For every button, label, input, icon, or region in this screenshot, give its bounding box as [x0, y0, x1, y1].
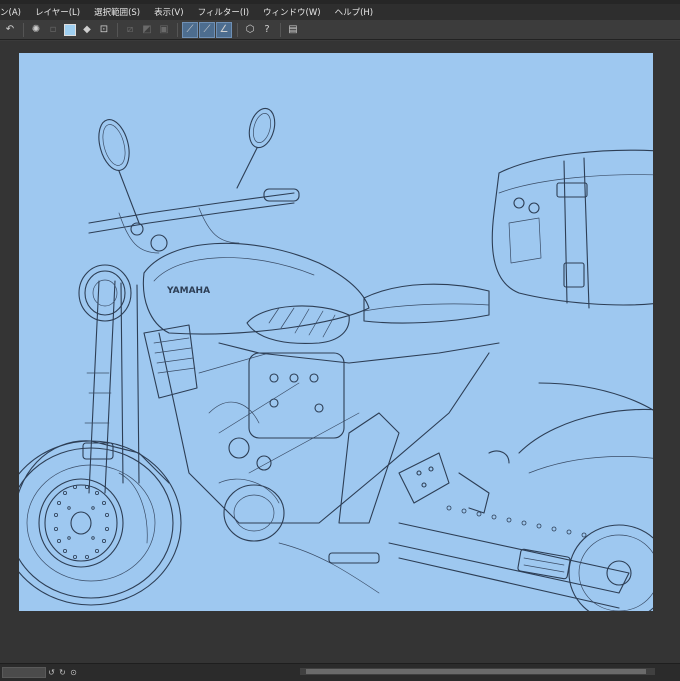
menu-animation[interactable]: ン(A) — [0, 6, 28, 18]
status-bar: ↺ ↻ ⊙ — [0, 663, 680, 681]
rotate-left-icon[interactable]: ↺ — [46, 668, 57, 677]
tail-bag — [491, 149, 653, 309]
front-fork — [82, 280, 140, 494]
toolbar-divider — [117, 22, 118, 37]
navigator-thumbnail[interactable] — [2, 667, 46, 678]
horizontal-scrollbar[interactable] — [300, 668, 655, 675]
transform-icon[interactable]: ⊡ — [96, 22, 112, 38]
motorcycle-line-art: YAMAHA — [19, 107, 653, 611]
menu-help[interactable]: ヘルプ(H) — [328, 6, 381, 18]
footpeg-assembly — [328, 450, 510, 564]
loading-spinner-icon[interactable]: ✺ — [28, 22, 44, 38]
toolbar-divider — [177, 22, 178, 37]
tone-icon[interactable]: ◩ — [139, 22, 155, 38]
ruler-line-icon[interactable]: ⟋ — [199, 21, 215, 38]
command-bar: ↶ ✺ ▫ ◆ ⊡ ⧄ ◩ ▣ ⟋ ⟋ ∠ ⬡ ? ▤ — [0, 20, 680, 40]
menu-window[interactable]: ウィンドウ(W) — [256, 6, 328, 18]
toolbar-divider — [23, 22, 24, 37]
menu-view[interactable]: 表示(V) — [147, 6, 190, 18]
canvas-workspace[interactable]: YAMAHA — [0, 41, 680, 663]
undo-icon[interactable]: ↶ — [2, 22, 18, 38]
layer-color-swatch[interactable] — [62, 22, 78, 38]
menu-layer[interactable]: レイヤー(L) — [28, 6, 87, 18]
fill-bucket-icon[interactable]: ◆ — [79, 22, 95, 38]
select-all-icon[interactable]: ▫ — [45, 22, 61, 38]
clear-selection-icon[interactable]: ⧄ — [122, 22, 138, 38]
seat — [363, 283, 490, 324]
scrollbar-thumb[interactable] — [306, 669, 646, 674]
3d-icon[interactable]: ⬡ — [242, 22, 258, 38]
handlebars — [88, 107, 300, 254]
reset-view-icon[interactable]: ⊙ — [68, 668, 79, 677]
headlight — [78, 264, 132, 322]
rotate-right-icon[interactable]: ↻ — [57, 668, 68, 677]
rear-swingarm — [388, 382, 653, 611]
toolbar-divider — [237, 22, 238, 37]
document-icon[interactable]: ▤ — [285, 22, 301, 38]
swatch-fill — [64, 23, 76, 36]
fuel-tank: YAMAHA — [142, 242, 370, 344]
mask-icon[interactable]: ▣ — [156, 22, 172, 38]
ruler-angle-icon[interactable]: ∠ — [216, 21, 232, 38]
menu-selection[interactable]: 選択範囲(S) — [87, 6, 147, 18]
front-wheel — [19, 440, 182, 606]
toolbar-divider — [280, 22, 281, 37]
svg-text:YAMAHA: YAMAHA — [166, 286, 210, 296]
menu-bar: ン(A) レイヤー(L) 選択範囲(S) 表示(V) フィルター(I) ウィンド… — [0, 4, 680, 20]
ruler-curve-icon[interactable]: ⟋ — [182, 21, 198, 38]
drawing-canvas[interactable]: YAMAHA — [19, 53, 653, 611]
help-icon[interactable]: ? — [259, 22, 275, 38]
menu-filter[interactable]: フィルター(I) — [191, 6, 256, 18]
